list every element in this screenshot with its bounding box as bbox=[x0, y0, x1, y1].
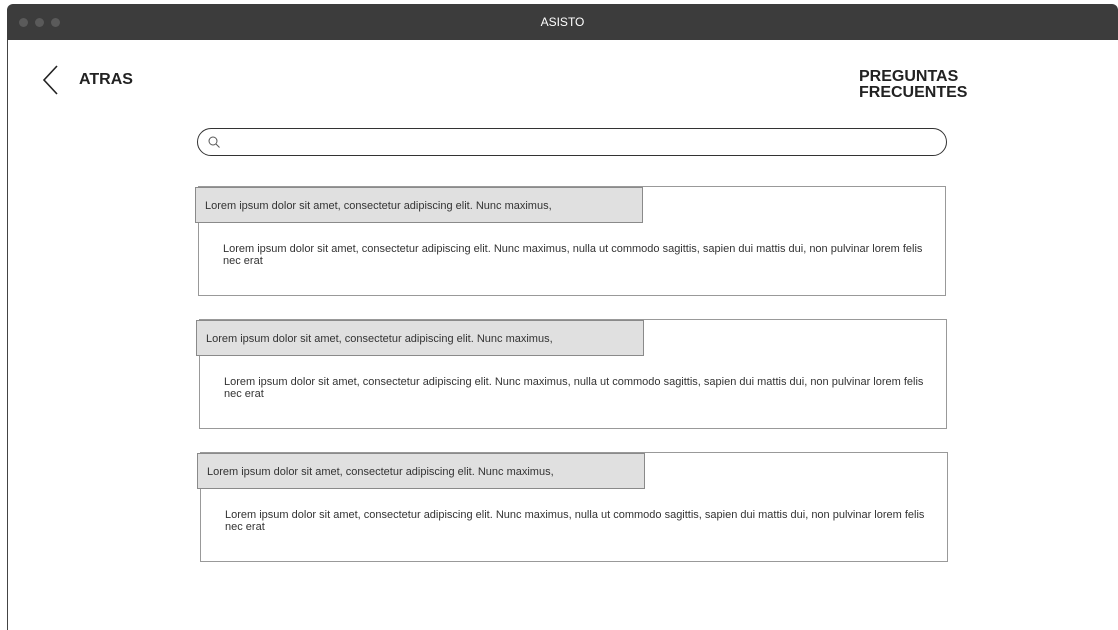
window-titlebar: ASISTO bbox=[7, 4, 1118, 40]
search-input[interactable] bbox=[227, 131, 946, 153]
faq-item-2: Lorem ipsum dolor sit amet, consectetur … bbox=[196, 319, 947, 429]
chevron-left-icon bbox=[42, 65, 58, 95]
app-window: ATRAS PREGUNTAS FRECUENTES Lorem ipsum d… bbox=[7, 40, 1118, 630]
search-bar[interactable] bbox=[197, 128, 947, 156]
faq-item-1: Lorem ipsum dolor sit amet, consectetur … bbox=[195, 186, 946, 296]
faq-question[interactable]: Lorem ipsum dolor sit amet, consectetur … bbox=[196, 320, 644, 356]
page-title: PREGUNTAS FRECUENTES bbox=[859, 69, 968, 101]
faq-question[interactable]: Lorem ipsum dolor sit amet, consectetur … bbox=[197, 453, 645, 489]
window-title: ASISTO bbox=[540, 15, 585, 29]
faq-question[interactable]: Lorem ipsum dolor sit amet, consectetur … bbox=[195, 187, 643, 223]
back-button[interactable]: ATRAS bbox=[41, 64, 133, 96]
search-icon bbox=[208, 136, 220, 148]
back-label: ATRAS bbox=[79, 71, 133, 88]
faq-item-3: Lorem ipsum dolor sit amet, consectetur … bbox=[197, 452, 948, 562]
faq-answer: Lorem ipsum dolor sit amet, consectetur … bbox=[225, 509, 925, 533]
faq-answer: Lorem ipsum dolor sit amet, consectetur … bbox=[224, 376, 924, 400]
faq-answer: Lorem ipsum dolor sit amet, consectetur … bbox=[223, 243, 923, 267]
